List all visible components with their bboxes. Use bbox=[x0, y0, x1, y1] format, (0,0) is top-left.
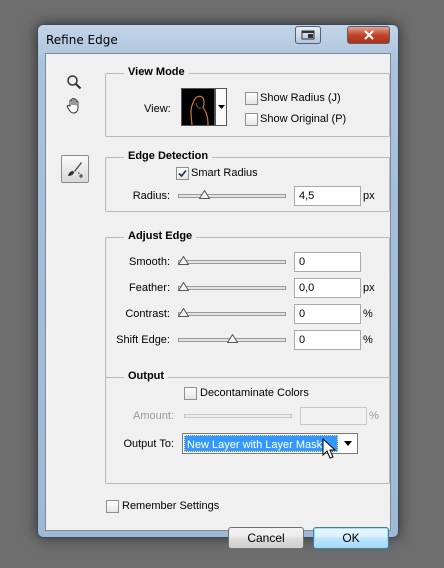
shift-edge-input[interactable]: 0 bbox=[294, 330, 361, 350]
title-bar[interactable]: Refine Edge bbox=[38, 25, 398, 53]
decontaminate-colors-label: Decontaminate Colors bbox=[200, 387, 309, 399]
decontaminate-colors-checkbox[interactable] bbox=[184, 387, 197, 400]
amount-label: Amount: bbox=[133, 410, 174, 422]
magnifier-icon bbox=[67, 75, 82, 90]
adjust-edge-title: Adjust Edge bbox=[124, 230, 197, 242]
remember-settings-label: Remember Settings bbox=[122, 500, 220, 512]
amount-input bbox=[300, 407, 367, 425]
output-title: Output bbox=[124, 370, 169, 382]
contrast-label: Contrast: bbox=[125, 308, 170, 320]
view-mode-group: View Mode View: Show Radius (J) Show Ori… bbox=[105, 66, 390, 137]
close-icon bbox=[363, 30, 374, 40]
chevron-down-icon bbox=[217, 105, 225, 109]
show-radius-checkbox[interactable] bbox=[245, 92, 258, 105]
restore-button[interactable] bbox=[295, 26, 321, 44]
radius-label: Radius: bbox=[132, 190, 170, 202]
amount-unit: % bbox=[369, 410, 379, 422]
contrast-slider-track[interactable] bbox=[178, 312, 286, 316]
feather-label: Feather: bbox=[129, 282, 170, 294]
view-mode-dropdown[interactable] bbox=[215, 88, 227, 126]
edge-detection-title: Edge Detection bbox=[124, 150, 213, 162]
shift-edge-label: Shift Edge: bbox=[116, 334, 170, 346]
radius-slider-thumb[interactable] bbox=[199, 190, 210, 199]
restore-icon bbox=[301, 30, 315, 40]
dialog-body: View Mode View: Show Radius (J) Show Ori… bbox=[45, 53, 391, 549]
shift-edge-unit: % bbox=[363, 334, 373, 346]
window-title: Refine Edge bbox=[46, 33, 118, 47]
smart-radius-label: Smart Radius bbox=[191, 167, 258, 179]
shift-edge-slider-thumb[interactable] bbox=[227, 334, 238, 343]
feather-input[interactable]: 0,0 bbox=[294, 278, 361, 298]
smooth-input[interactable]: 0 bbox=[294, 252, 361, 272]
edge-detection-group: Edge Detection Smart Radius Radius: 4,5 … bbox=[105, 150, 390, 212]
feather-slider-track[interactable] bbox=[178, 286, 286, 290]
refine-edge-dialog: Refine Edge View Mode View: Show Radius … bbox=[37, 24, 399, 549]
checkmark-icon bbox=[178, 169, 187, 178]
radius-unit: px bbox=[363, 190, 375, 202]
adjust-edge-group: Adjust Edge Smooth: 0 Feather: 0,0 px Co… bbox=[105, 230, 390, 378]
output-to-label: Output To: bbox=[123, 438, 174, 450]
view-mode-title: View Mode bbox=[124, 66, 189, 78]
chevron-down-icon bbox=[344, 441, 352, 446]
radius-input[interactable]: 4,5 bbox=[294, 186, 361, 206]
show-radius-label: Show Radius (J) bbox=[260, 92, 341, 104]
output-group: Output Decontaminate Colors Amount: % Ou… bbox=[105, 370, 390, 484]
show-original-label: Show Original (P) bbox=[260, 113, 347, 125]
amount-slider-track bbox=[184, 414, 292, 418]
smart-radius-checkbox[interactable] bbox=[176, 167, 189, 180]
feather-unit: px bbox=[363, 282, 375, 294]
view-label: View: bbox=[144, 103, 171, 115]
contrast-input[interactable]: 0 bbox=[294, 304, 361, 324]
contrast-slider-thumb[interactable] bbox=[178, 308, 189, 317]
refine-radius-brush-icon bbox=[68, 162, 83, 178]
smooth-label: Smooth: bbox=[129, 256, 170, 268]
output-to-selected-value: New Layer with Layer Mask bbox=[184, 435, 338, 452]
refine-radius-tool[interactable] bbox=[61, 155, 89, 183]
silhouette-preview-icon bbox=[190, 95, 209, 126]
smooth-slider-thumb[interactable] bbox=[178, 256, 189, 265]
cancel-button[interactable]: Cancel bbox=[228, 527, 304, 549]
contrast-unit: % bbox=[363, 308, 373, 320]
hand-icon bbox=[66, 98, 79, 114]
zoom-tool[interactable] bbox=[64, 72, 84, 92]
smooth-slider-track[interactable] bbox=[178, 260, 286, 264]
close-button[interactable] bbox=[347, 26, 390, 44]
hand-tool[interactable] bbox=[64, 96, 84, 116]
output-to-dropdown-arrow[interactable] bbox=[339, 434, 357, 453]
view-preview-thumbnail[interactable] bbox=[181, 88, 215, 126]
mouse-cursor-icon bbox=[322, 438, 337, 459]
ok-button[interactable]: OK bbox=[313, 527, 389, 549]
radius-slider-track[interactable] bbox=[178, 194, 286, 198]
show-original-checkbox[interactable] bbox=[245, 113, 258, 126]
remember-settings-checkbox[interactable] bbox=[106, 500, 119, 513]
feather-slider-thumb[interactable] bbox=[178, 282, 189, 291]
